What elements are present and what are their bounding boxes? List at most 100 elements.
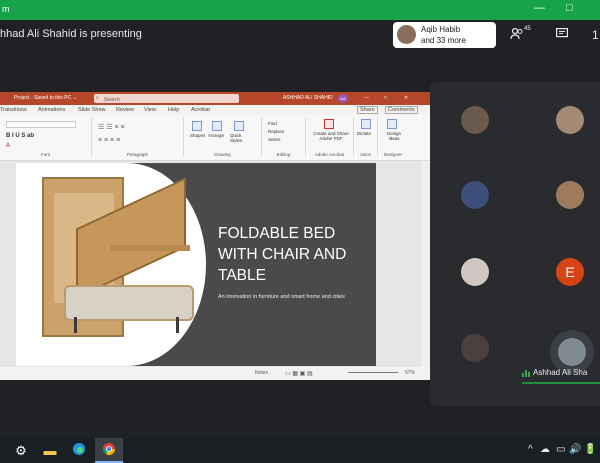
sofa-leg bbox=[74, 317, 77, 333]
window-title-bar: m — □ bbox=[0, 0, 600, 20]
activities-icon[interactable]: 1 bbox=[592, 28, 599, 42]
presenter-chip[interactable]: Aqib Habib and 33 more bbox=[393, 22, 496, 48]
select-button[interactable]: Select bbox=[268, 137, 281, 142]
tab-view[interactable]: View bbox=[144, 107, 156, 113]
meet-window: hhad Ali Shahid is presenting Aqib Habib… bbox=[0, 20, 600, 438]
search-icon: ⌕ bbox=[96, 95, 99, 101]
show-hidden-icons-button[interactable]: ^ bbox=[528, 444, 533, 455]
status-bar: Notes ▭ ▦ ▣ ▤ 57% bbox=[0, 367, 430, 380]
align-buttons[interactable]: ≡ ≡ ≡ ≡ bbox=[98, 137, 120, 144]
chrome-icon[interactable] bbox=[100, 442, 118, 459]
tab-acrobat[interactable]: Acrobat bbox=[191, 107, 210, 113]
participant-avatar[interactable] bbox=[461, 181, 489, 209]
display-icon[interactable]: ▭ bbox=[556, 444, 565, 455]
font-group-label: Font bbox=[40, 152, 50, 157]
close-button[interactable]: ✕ bbox=[404, 95, 408, 101]
sofa-leg bbox=[176, 317, 179, 333]
presenter-more: and 33 more bbox=[421, 36, 466, 45]
shapes-button[interactable]: Shapes bbox=[190, 133, 205, 138]
font-name-field[interactable] bbox=[6, 121, 76, 128]
quick-styles-button[interactable]: Quick Styles bbox=[230, 133, 254, 143]
tab-help[interactable]: Help bbox=[168, 107, 179, 113]
font-group: B I U S ab A Font bbox=[0, 117, 92, 157]
arrange-icon bbox=[212, 121, 222, 131]
speaker-name: Ashhad Ali Sha bbox=[533, 368, 588, 377]
arrange-button[interactable]: Arrange bbox=[208, 133, 224, 138]
participant-avatar[interactable] bbox=[461, 106, 489, 134]
find-button[interactable]: Find bbox=[268, 121, 277, 126]
user-avatar[interactable]: AA bbox=[338, 94, 348, 103]
view-buttons[interactable]: ▭ ▦ ▣ ▤ bbox=[285, 370, 313, 377]
comments-button[interactable]: Comments bbox=[385, 106, 418, 114]
editing-group: Find Replace Select Editing bbox=[262, 117, 306, 157]
paragraph-group-label: Paragraph bbox=[126, 152, 148, 157]
minimize-button[interactable]: — bbox=[364, 95, 369, 101]
vertical-scrollbar[interactable] bbox=[421, 161, 430, 367]
list-buttons[interactable]: ☰ ☰ ≡ ≡ bbox=[98, 123, 125, 131]
participant-grid: E Ashhad Ali Sha bbox=[430, 82, 600, 406]
ribbon: B I U S ab A Font ☰ ☰ ≡ ≡ ≡ ≡ ≡ ≡ Paragr… bbox=[0, 115, 430, 161]
audio-level-icon bbox=[522, 370, 530, 377]
user-name[interactable]: ASHHAD ALI SHAHID bbox=[283, 95, 333, 101]
volume-icon[interactable]: 🔊 bbox=[569, 444, 581, 455]
chat-icon[interactable] bbox=[556, 28, 569, 42]
drawing-group: Shapes Arrange Quick Styles Drawing bbox=[184, 117, 262, 157]
participant-avatar[interactable] bbox=[461, 258, 489, 286]
ribbon-tabs: Transitions Animations Slide Show Review… bbox=[0, 105, 430, 115]
taskbar: ⚙ ▬ ^ ☁ ▭ 🔊 🔋 bbox=[0, 438, 600, 463]
create-pdf-button[interactable]: Create and Share Adobe PDF bbox=[309, 131, 353, 141]
battery-icon[interactable]: 🔋 bbox=[584, 444, 596, 455]
presenter-name: Aqib Habib bbox=[421, 25, 461, 34]
drawing-group-label: Drawing bbox=[214, 152, 231, 157]
powerpoint-title-bar: Project · Saved to this PC ⌄ ⌕ Search AS… bbox=[0, 92, 430, 105]
participant-avatar[interactable] bbox=[556, 106, 584, 134]
participant-avatar[interactable] bbox=[461, 334, 489, 362]
edge-icon[interactable] bbox=[70, 442, 88, 459]
design-ideas-icon bbox=[387, 119, 397, 129]
search-box[interactable]: ⌕ Search bbox=[94, 94, 239, 103]
designer-group: Design Ideas Designer bbox=[378, 117, 408, 157]
file-explorer-icon[interactable]: ▬ bbox=[41, 442, 59, 459]
microphone-icon bbox=[361, 119, 371, 129]
replace-button[interactable]: Replace bbox=[268, 129, 285, 134]
slide-image-panel bbox=[16, 163, 206, 366]
tab-slide-show[interactable]: Slide Show bbox=[78, 107, 106, 113]
slide[interactable]: FOLDABLE BED WITH CHAIR AND TABLE An inn… bbox=[16, 163, 376, 366]
voice-group: Dictate Voice bbox=[354, 117, 378, 157]
slide-title[interactable]: FOLDABLE BED WITH CHAIR AND TABLE bbox=[218, 223, 368, 286]
paragraph-group: ☰ ☰ ≡ ≡ ≡ ≡ ≡ ≡ Paragraph bbox=[92, 117, 184, 157]
adobe-group: Create and Share Adobe PDF Adobe Acrobat bbox=[306, 117, 354, 157]
font-color-button[interactable]: A bbox=[6, 143, 10, 149]
dictate-button[interactable]: Dictate bbox=[357, 131, 371, 136]
design-ideas-button[interactable]: Design Ideas bbox=[382, 131, 406, 141]
notes-button[interactable]: Notes bbox=[255, 370, 268, 376]
zoom-slider[interactable] bbox=[348, 372, 398, 373]
tab-review[interactable]: Review bbox=[116, 107, 134, 113]
voice-group-label: Voice bbox=[359, 152, 371, 157]
search-placeholder: Search bbox=[104, 97, 120, 103]
avatar bbox=[397, 25, 416, 44]
font-style-buttons[interactable]: B I U S ab bbox=[6, 133, 34, 139]
participant-count: 45 bbox=[524, 26, 531, 32]
participant-avatar-initial[interactable]: E bbox=[556, 258, 584, 286]
participant-avatar[interactable] bbox=[556, 181, 584, 209]
onedrive-icon[interactable]: ☁ bbox=[540, 444, 550, 455]
adobe-group-label: Adobe Acrobat bbox=[314, 152, 345, 157]
maximize-button[interactable]: □ bbox=[384, 95, 387, 101]
table-shelf-image bbox=[110, 245, 190, 251]
document-title[interactable]: Project · Saved to this PC ⌄ bbox=[14, 95, 77, 101]
sofa-image bbox=[64, 285, 194, 321]
tab-transitions[interactable]: Transitions bbox=[0, 107, 27, 113]
zoom-level[interactable]: 57% bbox=[405, 370, 415, 376]
tab-animations[interactable]: Animations bbox=[38, 107, 65, 113]
avatar bbox=[558, 338, 586, 366]
people-icon[interactable] bbox=[510, 27, 524, 43]
settings-icon[interactable]: ⚙ bbox=[12, 442, 30, 459]
presenting-label: hhad Ali Shahid is presenting bbox=[0, 28, 142, 40]
slide-subtitle[interactable]: An innovation in furniture and smart hom… bbox=[218, 293, 358, 301]
pdf-icon bbox=[324, 119, 334, 129]
minimize-button[interactable]: — bbox=[534, 2, 545, 14]
shapes-icon bbox=[192, 121, 202, 131]
maximize-button[interactable]: □ bbox=[566, 2, 573, 14]
share-button[interactable]: Share bbox=[357, 106, 378, 114]
